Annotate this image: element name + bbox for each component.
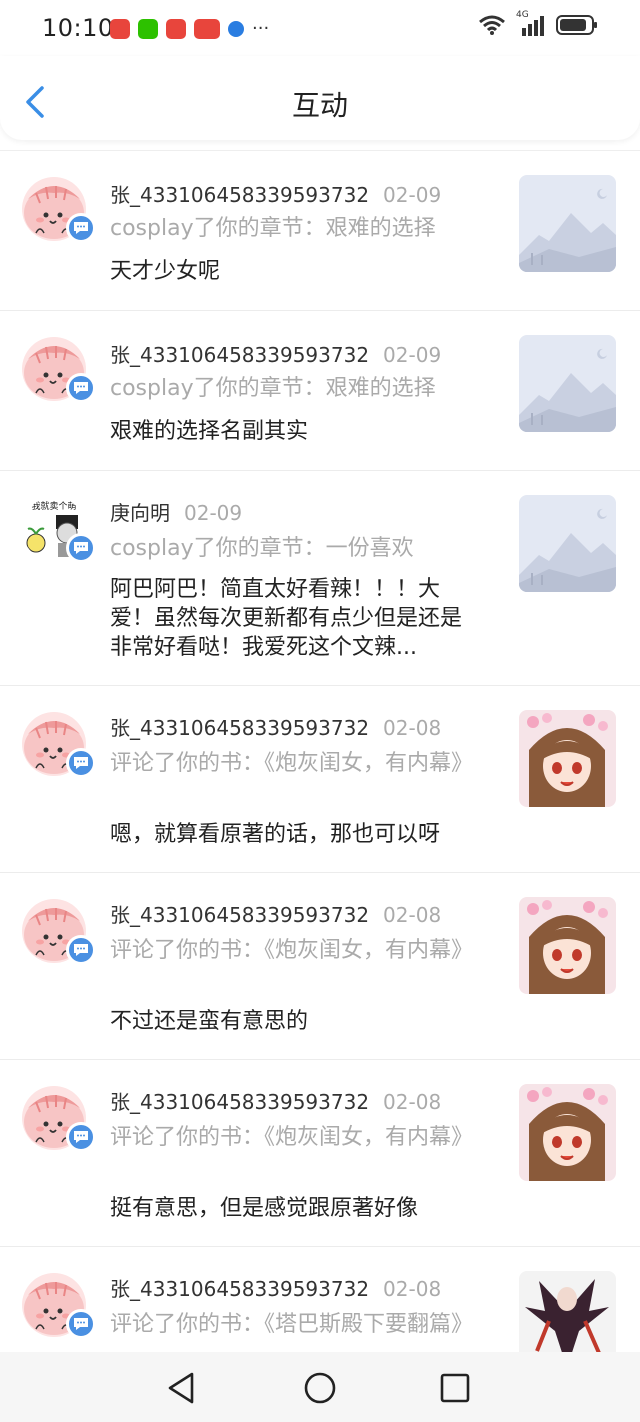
app-header: 互动 — [0, 56, 640, 140]
user-name[interactable]: 庚向明 — [110, 501, 170, 525]
item-date: 02-08 — [383, 716, 442, 740]
action-text: 评论了你的书：《塔巴斯殿下要翻篇》 — [110, 1312, 474, 1337]
action-text: 评论了你的书：《炮灰闺女，有内幕》 — [110, 751, 474, 776]
user-name[interactable]: 张_433106458339593732 — [110, 1277, 369, 1301]
wechat-icon — [138, 18, 158, 39]
comment-badge-icon — [66, 748, 96, 778]
nav-recents-icon[interactable] — [437, 1370, 473, 1406]
name-line: 张_433106458339593732 02-08 — [110, 899, 441, 928]
cover-thumbnail[interactable] — [519, 897, 616, 994]
item-date: 02-09 — [383, 183, 442, 207]
user-name[interactable]: 张_433106458339593732 — [110, 903, 369, 927]
name-line: 庚向明 02-09 — [110, 497, 242, 526]
name-line: 张_433106458339593732 02-09 — [110, 179, 441, 208]
comment-badge-icon — [66, 533, 96, 563]
item-date: 02-09 — [383, 343, 442, 367]
page-title: 互动 — [291, 89, 348, 122]
cover-thumbnail[interactable] — [519, 1084, 616, 1181]
interaction-list[interactable]: 张_433106458339593732 02-09 cosplay了你的章节：艰难… — [0, 150, 640, 1353]
nav-home-icon[interactable] — [302, 1370, 338, 1406]
comment-badge-icon — [66, 373, 96, 403]
name-line: 张_433106458339593732 02-08 — [110, 712, 441, 741]
status-time: 10:10 — [42, 14, 114, 42]
wifi-icon — [479, 15, 505, 35]
name-line: 张_433106458339593732 02-08 — [110, 1086, 441, 1115]
action-text: 评论了你的书：《炮灰闺女，有内幕》 — [110, 938, 474, 963]
action-text: cosplay了你的章节：艰难的选择 — [110, 376, 436, 401]
comment-text[interactable]: 阿巴阿巴！简直太好看辣！！！大爱！虽然每次更新都有点少但是还是非常好看哒！我爱死… — [110, 575, 480, 662]
item-date: 02-08 — [383, 903, 442, 927]
comment-text[interactable]: 天才少女呢 — [110, 257, 480, 286]
cover-thumbnail[interactable] — [519, 710, 616, 807]
system-nav-bar — [0, 1352, 640, 1422]
browser-icon — [228, 20, 244, 37]
battery-icon — [556, 15, 597, 35]
list-item[interactable]: 张_433106458339593732 02-08 评论了你的书：《炮灰闺女，有内… — [0, 873, 640, 1060]
comment-badge-icon — [66, 1122, 96, 1152]
app-notification-icon — [110, 18, 130, 39]
user-name[interactable]: 张_433106458339593732 — [110, 183, 369, 207]
name-line: 张_433106458339593732 02-08 — [110, 1273, 441, 1302]
more-notifications-icon: ··· — [252, 18, 270, 39]
svg-text:我就卖个萌: 我就卖个萌 — [31, 500, 76, 511]
list-item[interactable]: 张_433106458339593732 02-08 评论了你的书：《炮灰闺女，有内… — [0, 686, 640, 873]
status-right: 4G — [478, 10, 598, 36]
list-item[interactable]: 我就卖个萌 庚向明 02-09 cosplay了你的章节：一份喜欢阿巴阿巴！简直太好看… — [0, 471, 640, 686]
name-line: 张_433106458339593732 02-09 — [110, 339, 441, 368]
list-item[interactable]: 张_433106458339593732 02-08 评论了你的书：《塔巴斯殿下要翻… — [0, 1247, 640, 1353]
comment-text[interactable]: 艰难的选择名副其实 — [110, 417, 480, 446]
item-date: 02-08 — [383, 1277, 442, 1301]
action-text: cosplay了你的章节：一份喜欢 — [110, 536, 414, 561]
list-item[interactable]: 张_433106458339593732 02-08 评论了你的书：《炮灰闺女，有内… — [0, 1060, 640, 1247]
user-name[interactable]: 张_433106458339593732 — [110, 1090, 369, 1114]
action-text: 评论了你的书：《炮灰闺女，有内幕》 — [110, 1125, 474, 1150]
list-item[interactable]: 张_433106458339593732 02-09 cosplay了你的章节：艰难… — [0, 151, 640, 311]
comment-badge-icon — [66, 935, 96, 965]
news-app-icon — [194, 18, 220, 39]
item-date: 02-09 — [184, 501, 243, 525]
comment-text[interactable]: 挺有意思，但是感觉跟原著好像 — [110, 1194, 480, 1223]
comment-text[interactable]: 不过还是蛮有意思的 — [110, 1007, 480, 1036]
cover-thumbnail[interactable] — [519, 335, 616, 432]
status-bar: 10:10 ··· 4G — [0, 0, 640, 56]
comment-badge-icon — [66, 213, 96, 243]
nav-back-icon[interactable] — [164, 1370, 200, 1406]
list-item[interactable]: 张_433106458339593732 02-09 cosplay了你的章节：艰难… — [0, 311, 640, 471]
user-name[interactable]: 张_433106458339593732 — [110, 343, 369, 367]
cover-thumbnail[interactable] — [519, 1271, 616, 1353]
user-name[interactable]: 张_433106458339593732 — [110, 716, 369, 740]
comment-badge-icon — [66, 1309, 96, 1339]
comment-text[interactable]: 嗯，就算看原著的话，那也可以呀 — [110, 820, 480, 849]
signal-icon: 4G — [516, 10, 546, 36]
app-notification-icon — [166, 18, 186, 39]
cover-thumbnail[interactable] — [519, 495, 616, 592]
cover-thumbnail[interactable] — [519, 175, 616, 272]
item-date: 02-08 — [383, 1090, 442, 1114]
action-text: cosplay了你的章节：艰难的选择 — [110, 216, 436, 241]
notification-icons: ··· — [110, 18, 269, 39]
